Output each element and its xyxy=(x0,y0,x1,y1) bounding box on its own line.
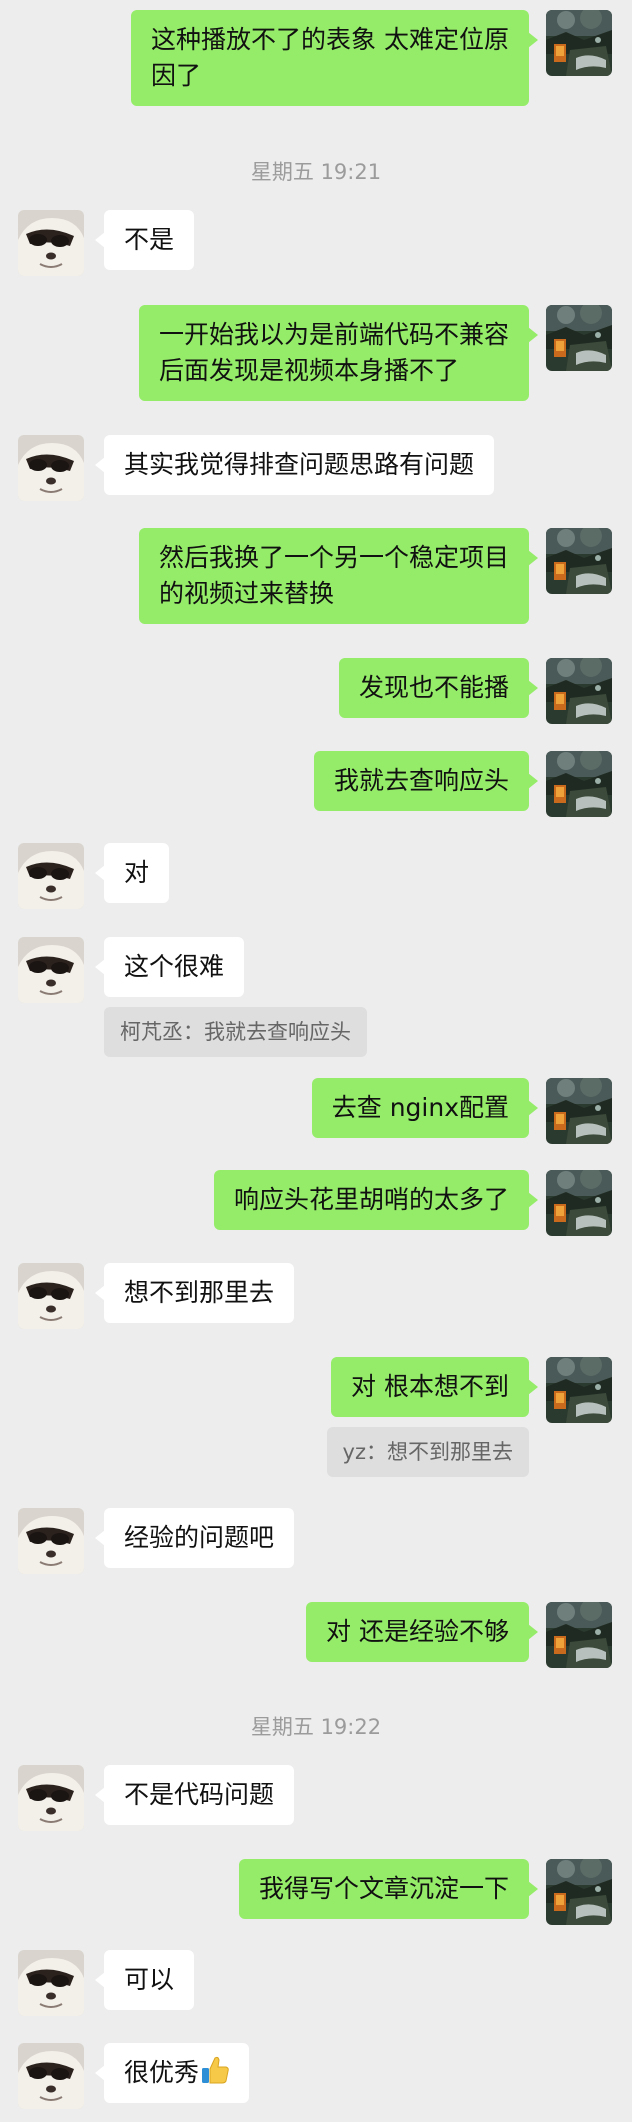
message-bubble[interactable]: 可以 xyxy=(94,1950,195,2010)
contact-avatar[interactable] xyxy=(18,210,84,276)
message-bubble[interactable]: 发现也不能播 xyxy=(338,658,539,718)
message-bubble[interactable]: 想不到那里去 xyxy=(94,1263,295,1323)
message-bubble[interactable]: 对 xyxy=(94,843,170,903)
message-text: 不是 xyxy=(124,225,175,254)
message-text: 这个很难 xyxy=(124,952,225,981)
message-bubble[interactable]: 很优秀 xyxy=(94,2043,250,2103)
quoted-message[interactable]: yz：想不到那里去 xyxy=(326,1427,529,1477)
message-text: 一开始我以为是前端代码不兼容 后面发现是视频本身播不了 xyxy=(158,320,509,385)
message-bubble[interactable]: 对 还是经验不够 xyxy=(306,1602,538,1662)
message-text: 不是代码问题 xyxy=(124,1780,275,1809)
message-bubble[interactable]: 这种播放不了的表象 太难定位原 因了 xyxy=(131,10,538,106)
message-bubble[interactable]: 然后我换了一个另一个稳定项目 的视频过来替换 xyxy=(138,528,539,624)
my-avatar[interactable] xyxy=(546,1859,612,1925)
my-avatar[interactable] xyxy=(546,305,612,371)
contact-avatar[interactable] xyxy=(18,1263,84,1329)
contact-avatar[interactable] xyxy=(18,1508,84,1574)
contact-avatar[interactable] xyxy=(18,843,84,909)
my-avatar[interactable] xyxy=(546,528,612,594)
message-bubble[interactable]: 我得写个文章沉淀一下 xyxy=(238,1859,539,1919)
my-avatar[interactable] xyxy=(546,10,612,76)
quoted-message[interactable]: 柯芃丞：我就去查响应头 xyxy=(104,1007,367,1057)
message-text: 可以 xyxy=(124,1965,175,1994)
my-avatar[interactable] xyxy=(546,1078,612,1144)
my-avatar[interactable] xyxy=(546,1357,612,1423)
message-text: 想不到那里去 xyxy=(124,1278,275,1307)
contact-avatar[interactable] xyxy=(18,2043,84,2109)
contact-avatar[interactable] xyxy=(18,1950,84,2016)
my-avatar[interactable] xyxy=(546,751,612,817)
chat-message-list: 星期五 19:21 星期五 19:22 这种播放不了的表象 太难定位原 因了不是一开… xyxy=(0,0,632,2122)
message-bubble[interactable]: 对 根本想不到 xyxy=(331,1357,538,1417)
message-text: 我得写个文章沉淀一下 xyxy=(258,1874,509,1903)
message-text: 对 xyxy=(124,858,150,887)
contact-avatar[interactable] xyxy=(18,1765,84,1831)
message-text: 我就去查响应头 xyxy=(333,766,509,795)
message-text: 很优秀 xyxy=(124,2058,200,2087)
my-avatar[interactable] xyxy=(546,1170,612,1236)
timestamp-t2: 星期五 19:22 xyxy=(250,1715,382,1739)
message-bubble[interactable]: 经验的问题吧 xyxy=(94,1508,295,1568)
message-bubble[interactable]: 响应头花里胡哨的太多了 xyxy=(213,1170,539,1230)
message-text: 对 还是经验不够 xyxy=(326,1617,509,1646)
message-bubble[interactable]: 不是代码问题 xyxy=(94,1765,295,1825)
contact-avatar[interactable] xyxy=(18,937,84,1003)
message-bubble[interactable]: 我就去查响应头 xyxy=(313,751,539,811)
message-text: 响应头花里胡哨的太多了 xyxy=(233,1185,509,1214)
message-text: 经验的问题吧 xyxy=(124,1523,275,1552)
message-text: 去查 nginx配置 xyxy=(331,1093,509,1122)
message-bubble[interactable]: 其实我觉得排查问题思路有问题 xyxy=(94,435,495,495)
message-bubble[interactable]: 不是 xyxy=(94,210,195,270)
my-avatar[interactable] xyxy=(546,1602,612,1668)
message-text: 对 根本想不到 xyxy=(351,1372,509,1401)
message-text: 发现也不能播 xyxy=(358,673,509,702)
message-text: 这种播放不了的表象 太难定位原 因了 xyxy=(151,25,509,90)
message-text: 然后我换了一个另一个稳定项目 的视频过来替换 xyxy=(158,543,509,608)
message-bubble[interactable]: 这个很难 xyxy=(94,937,245,997)
my-avatar[interactable] xyxy=(546,658,612,724)
thumbs-up-icon xyxy=(202,2056,229,2084)
contact-avatar[interactable] xyxy=(18,435,84,501)
timestamp-t1: 星期五 19:21 xyxy=(250,160,382,184)
message-bubble[interactable]: 去查 nginx配置 xyxy=(311,1078,539,1138)
message-text: 其实我觉得排查问题思路有问题 xyxy=(124,450,475,479)
message-bubble[interactable]: 一开始我以为是前端代码不兼容 后面发现是视频本身播不了 xyxy=(138,305,539,401)
